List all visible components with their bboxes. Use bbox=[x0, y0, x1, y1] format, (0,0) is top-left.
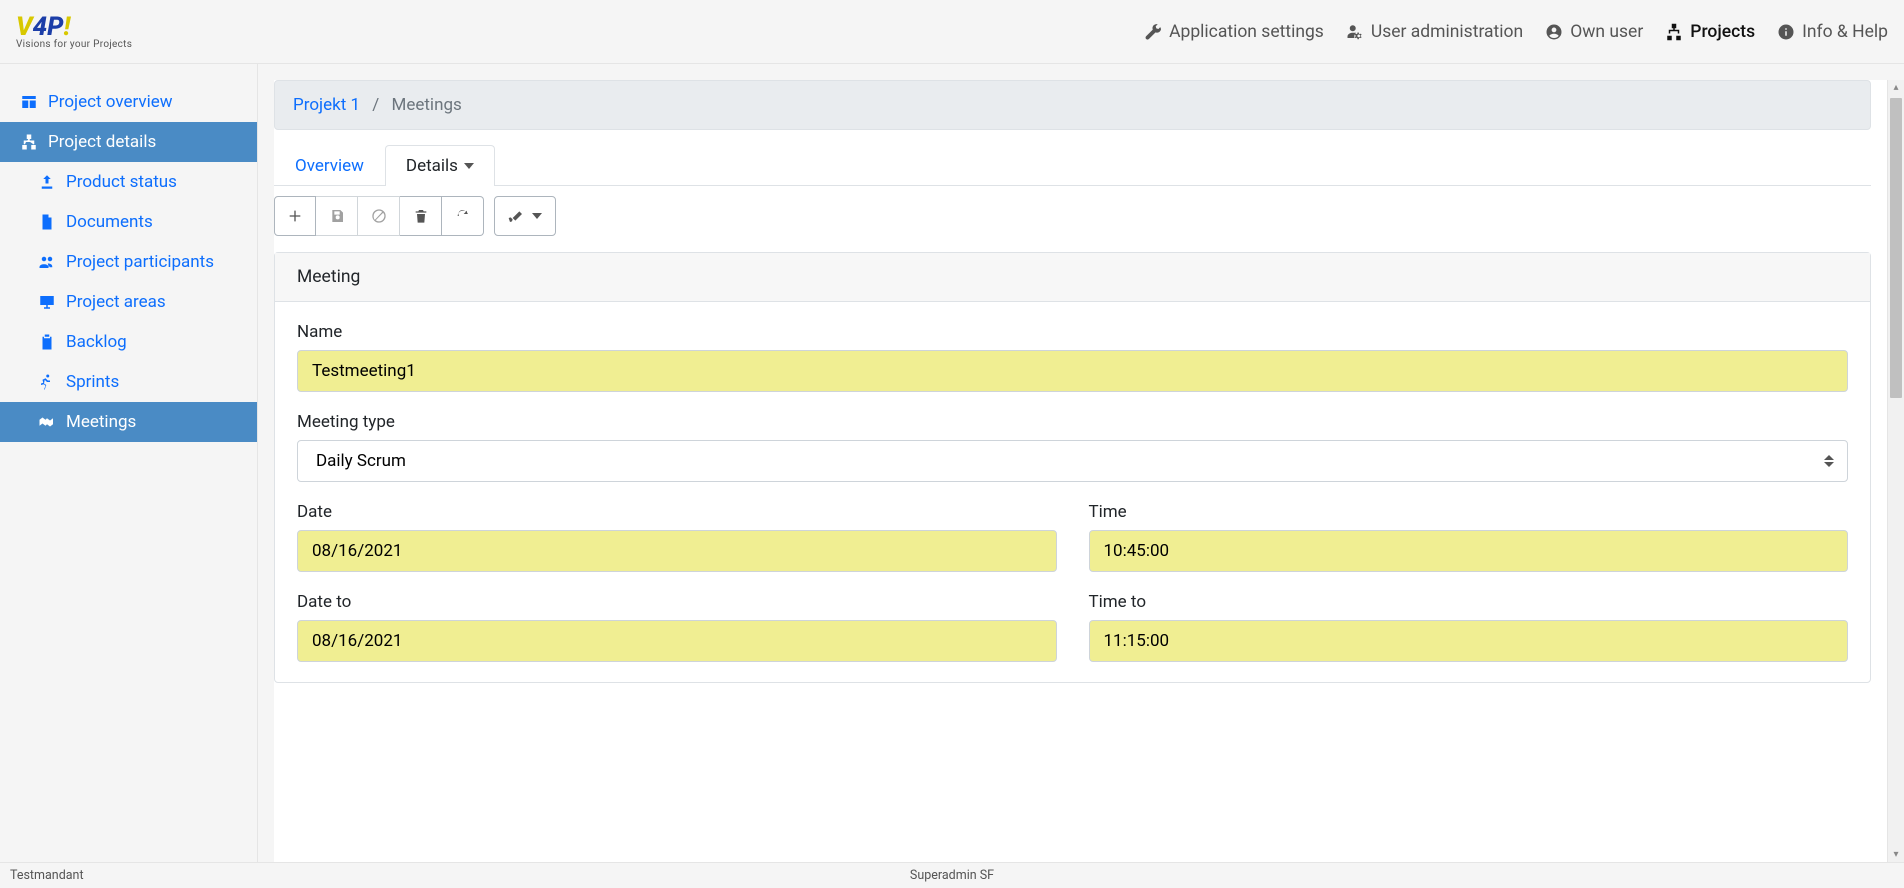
users-cog-icon bbox=[1346, 23, 1364, 41]
ban-icon bbox=[371, 208, 387, 224]
add-button[interactable] bbox=[274, 196, 316, 236]
delete-button[interactable] bbox=[400, 196, 442, 236]
sidebar-label: Meetings bbox=[66, 412, 136, 432]
input-date[interactable] bbox=[297, 530, 1057, 572]
sitemap-icon bbox=[20, 133, 38, 151]
sidebar-documents[interactable]: Documents bbox=[0, 202, 257, 242]
nav-info-help[interactable]: Info & Help bbox=[1777, 22, 1888, 42]
highlighter-icon bbox=[508, 208, 524, 224]
input-date-to[interactable] bbox=[297, 620, 1057, 662]
redo-icon bbox=[455, 208, 471, 224]
topbar: V4P! Visions for your Projects Applicati… bbox=[0, 0, 1904, 64]
sidebar-project-areas[interactable]: Project areas bbox=[0, 282, 257, 322]
handshake-icon bbox=[38, 413, 56, 431]
save-button[interactable] bbox=[316, 196, 358, 236]
logo: V4P! Visions for your Projects bbox=[16, 14, 132, 50]
clipboard-icon bbox=[38, 333, 56, 351]
sidebar-label: Project overview bbox=[48, 92, 173, 112]
sidebar-label: Project participants bbox=[66, 252, 214, 272]
file-icon bbox=[38, 213, 56, 231]
user-circle-icon bbox=[1545, 23, 1563, 41]
plus-icon bbox=[287, 208, 303, 224]
scrollbar-thumb[interactable] bbox=[1890, 98, 1902, 398]
presentation-icon bbox=[38, 293, 56, 311]
sidebar: Project overview Project details Product… bbox=[0, 64, 258, 862]
highlighter-dropdown[interactable] bbox=[494, 196, 556, 236]
input-time[interactable] bbox=[1089, 530, 1849, 572]
info-circle-icon bbox=[1777, 23, 1795, 41]
sidebar-project-overview[interactable]: Project overview bbox=[0, 82, 257, 122]
nav-projects[interactable]: Projects bbox=[1665, 22, 1755, 42]
logo-tagline: Visions for your Projects bbox=[16, 40, 132, 50]
card-header: Meeting bbox=[275, 253, 1870, 302]
top-nav: Application settings User administration… bbox=[1144, 22, 1888, 42]
breadcrumb-project-link[interactable]: Projekt 1 bbox=[293, 95, 360, 115]
footer: Testmandant Superadmin SF bbox=[0, 862, 1904, 888]
trash-icon bbox=[413, 208, 429, 224]
sidebar-label: Documents bbox=[66, 212, 153, 232]
breadcrumb-separator: / bbox=[372, 95, 379, 115]
running-icon bbox=[38, 373, 56, 391]
toolbar bbox=[274, 186, 1871, 252]
sidebar-project-participants[interactable]: Project participants bbox=[0, 242, 257, 282]
label-date: Date bbox=[297, 502, 1057, 522]
sidebar-label: Product status bbox=[66, 172, 177, 192]
tab-label: Overview bbox=[295, 156, 364, 176]
sidebar-label: Project areas bbox=[66, 292, 166, 312]
label-date-to: Date to bbox=[297, 592, 1057, 612]
caret-down-icon bbox=[464, 163, 474, 169]
nav-app-settings[interactable]: Application settings bbox=[1144, 22, 1324, 42]
breadcrumb: Projekt 1 / Meetings bbox=[274, 80, 1871, 130]
cancel-button[interactable] bbox=[358, 196, 400, 236]
sidebar-label: Backlog bbox=[66, 332, 127, 352]
nav-label: Info & Help bbox=[1802, 22, 1888, 42]
tab-label: Details bbox=[406, 156, 458, 176]
sidebar-sprints[interactable]: Sprints bbox=[0, 362, 257, 402]
wrench-icon bbox=[1144, 23, 1162, 41]
tab-overview[interactable]: Overview bbox=[274, 145, 385, 186]
sidebar-label: Sprints bbox=[66, 372, 119, 392]
input-name[interactable] bbox=[297, 350, 1848, 392]
save-icon bbox=[329, 208, 345, 224]
select-chevron-icon bbox=[1824, 455, 1834, 467]
nav-label: User administration bbox=[1371, 22, 1523, 42]
select-meeting-type[interactable] bbox=[297, 440, 1848, 482]
label-meeting-type: Meeting type bbox=[297, 412, 1848, 432]
sidebar-backlog[interactable]: Backlog bbox=[0, 322, 257, 362]
refresh-button[interactable] bbox=[442, 196, 484, 236]
sidebar-project-details[interactable]: Project details bbox=[0, 122, 257, 162]
input-time-to[interactable] bbox=[1089, 620, 1849, 662]
nav-label: Own user bbox=[1570, 22, 1643, 42]
label-name: Name bbox=[297, 322, 1848, 342]
label-time: Time bbox=[1089, 502, 1849, 522]
label-time-to: Time to bbox=[1089, 592, 1849, 612]
nav-own-user[interactable]: Own user bbox=[1545, 22, 1643, 42]
scrollbar[interactable] bbox=[1887, 80, 1904, 862]
table-icon bbox=[20, 93, 38, 111]
footer-user: Superadmin SF bbox=[910, 868, 994, 883]
sitemap-icon bbox=[1665, 23, 1683, 41]
sidebar-product-status[interactable]: Product status bbox=[0, 162, 257, 202]
nav-label: Application settings bbox=[1169, 22, 1324, 42]
sidebar-meetings[interactable]: Meetings bbox=[0, 402, 257, 442]
nav-label: Projects bbox=[1690, 22, 1755, 42]
breadcrumb-current: Meetings bbox=[392, 95, 462, 115]
tabs: Overview Details bbox=[274, 144, 1871, 186]
caret-down-icon bbox=[532, 213, 542, 219]
content-area: Projekt 1 / Meetings Overview Details bbox=[274, 80, 1887, 862]
footer-tenant: Testmandant bbox=[10, 868, 84, 883]
upload-icon bbox=[38, 173, 56, 191]
users-icon bbox=[38, 253, 56, 271]
sidebar-label: Project details bbox=[48, 132, 156, 152]
meeting-card: Meeting Name Meeting type bbox=[274, 252, 1871, 683]
nav-user-admin[interactable]: User administration bbox=[1346, 22, 1523, 42]
tab-details[interactable]: Details bbox=[385, 145, 495, 186]
